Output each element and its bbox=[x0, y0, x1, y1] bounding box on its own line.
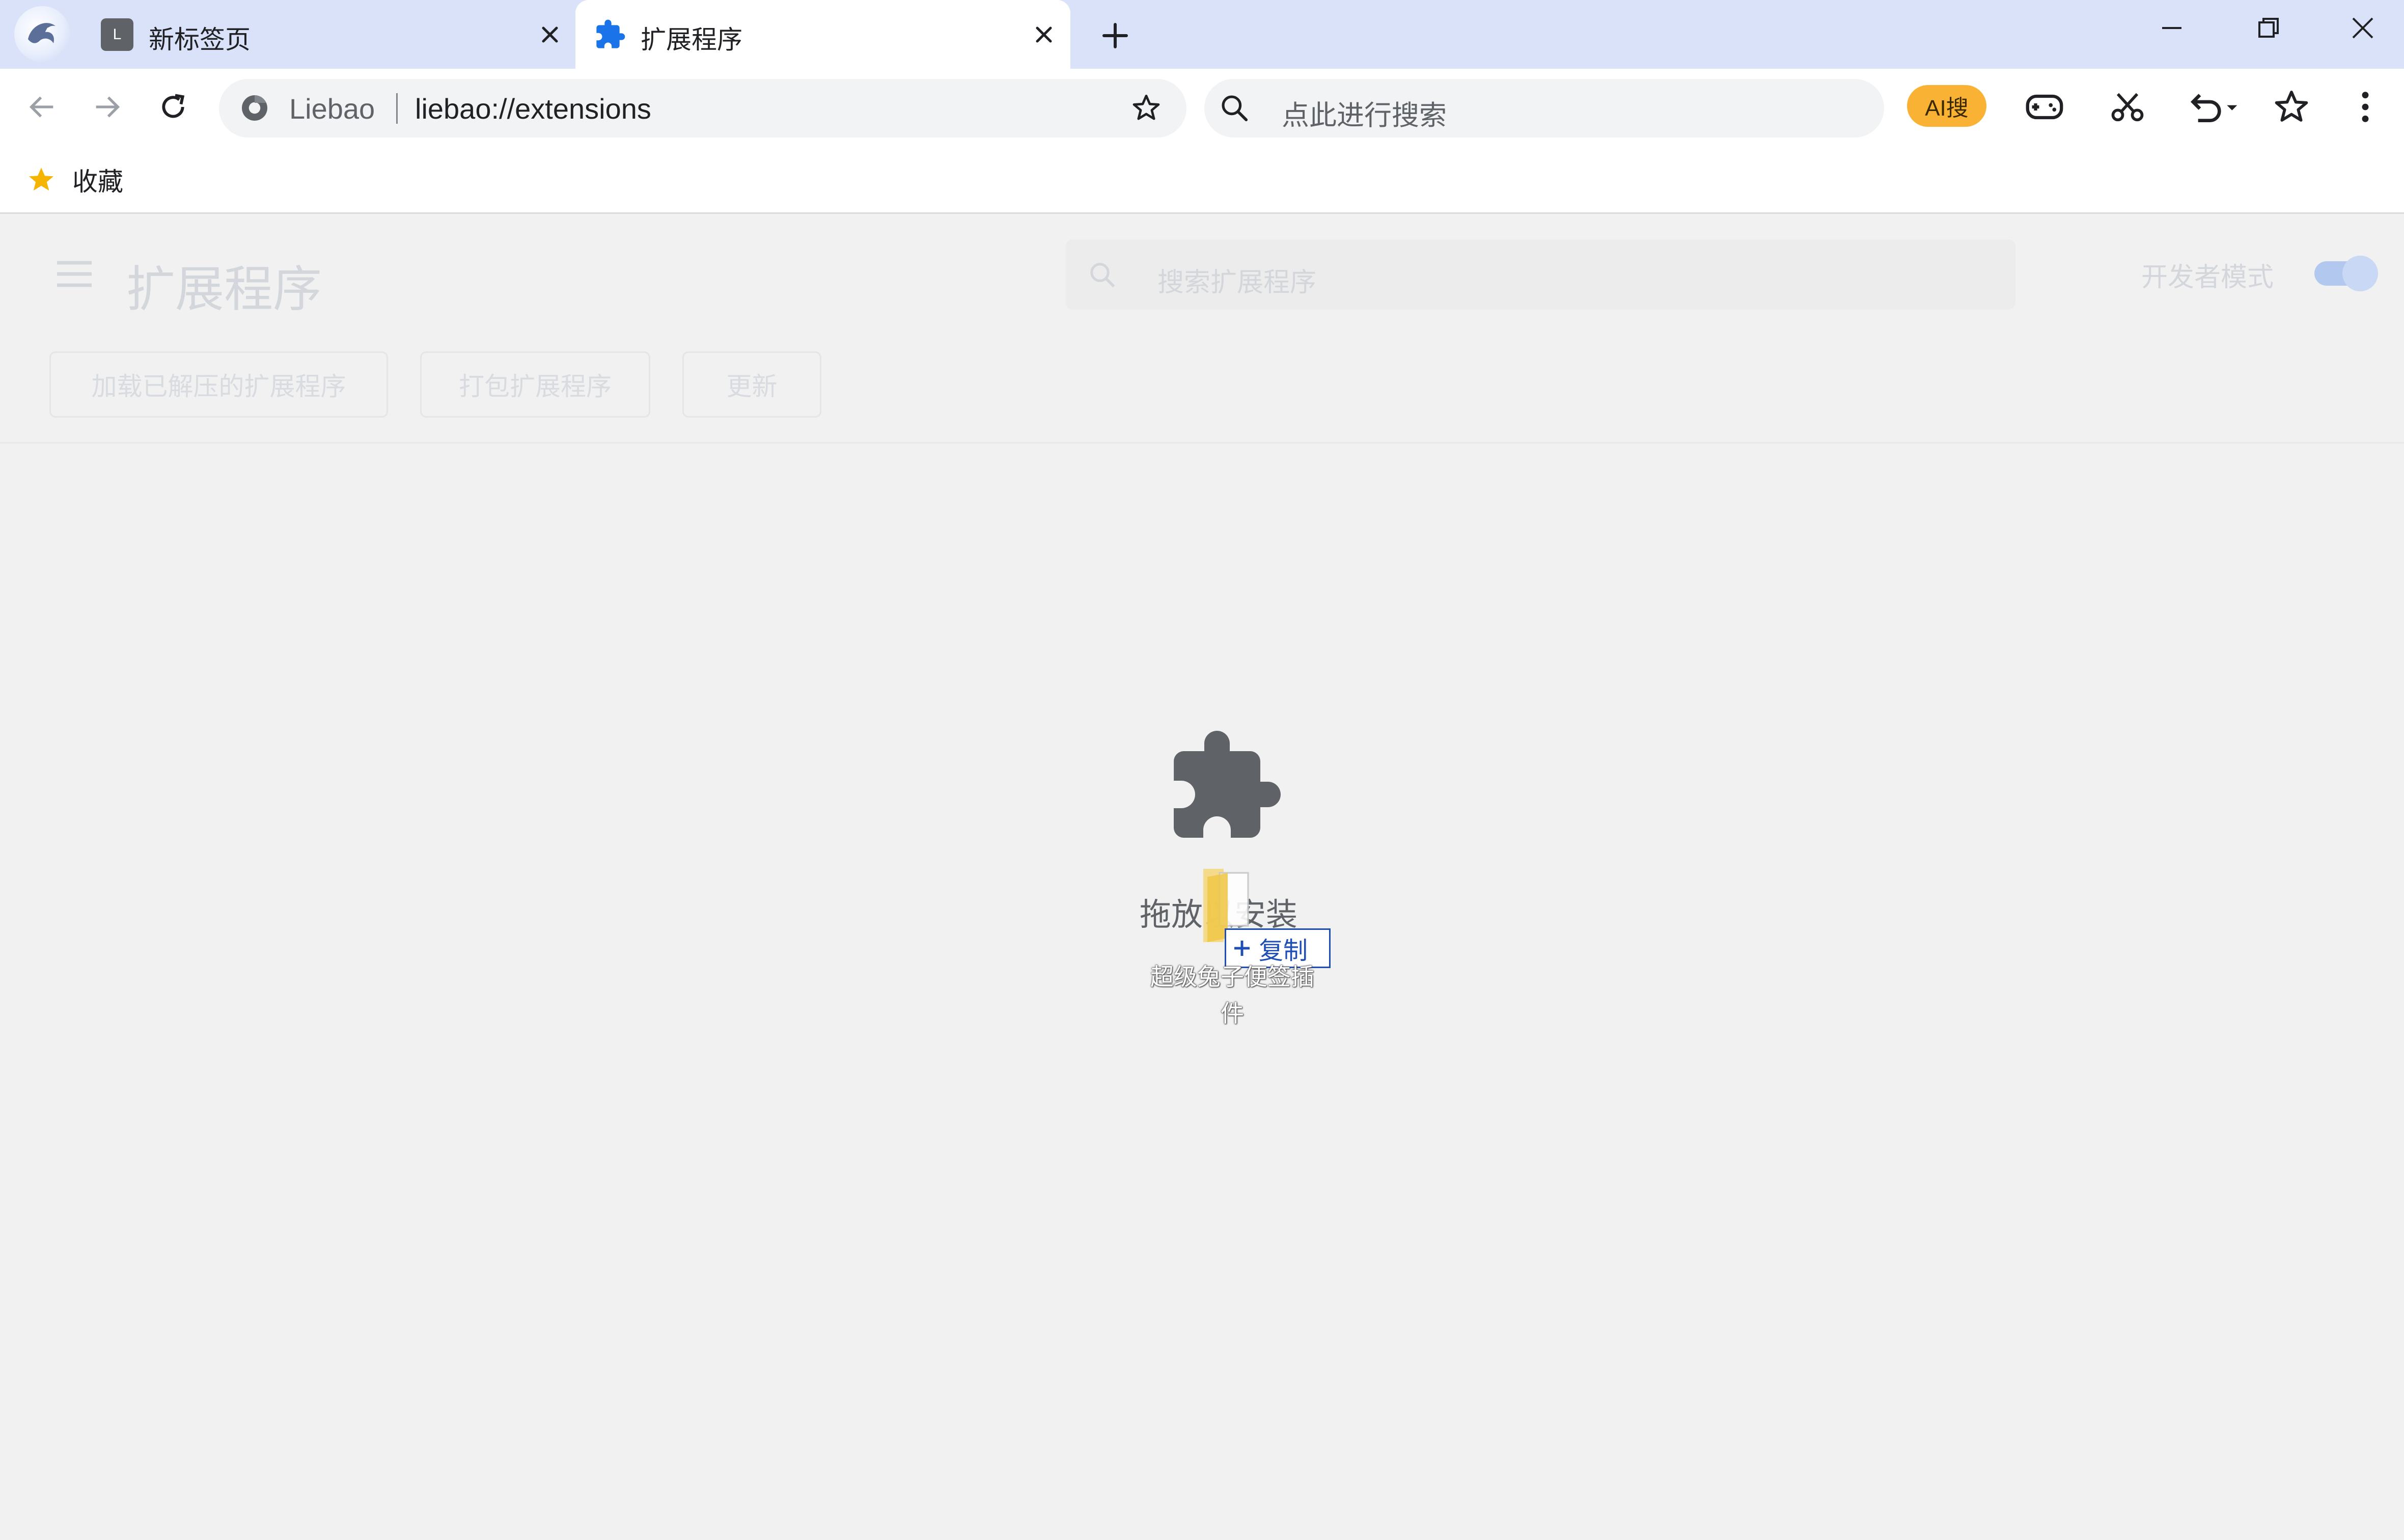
tab-extensions[interactable]: 扩展程序 bbox=[575, 0, 1070, 69]
extension-puzzle-icon bbox=[594, 18, 626, 51]
tab-title: 扩展程序 bbox=[641, 25, 742, 54]
close-icon[interactable] bbox=[535, 19, 565, 50]
minimize-button[interactable] bbox=[2129, 0, 2215, 56]
load-unpacked-button[interactable]: 加载已解压的扩展程序 bbox=[49, 351, 388, 418]
scissors-icon[interactable] bbox=[2105, 84, 2150, 130]
new-tab-button[interactable] bbox=[1095, 19, 1136, 52]
search-icon bbox=[1219, 92, 1250, 124]
developer-mode-label: 开发者模式 bbox=[2141, 263, 2274, 292]
developer-mode-toggle-knob bbox=[2342, 256, 2378, 291]
plus-icon bbox=[1232, 939, 1252, 958]
address-bar[interactable]: Liebao liebao://extensions bbox=[219, 79, 1186, 138]
address-divider bbox=[396, 93, 398, 124]
new-tab-favicon: L bbox=[101, 18, 133, 51]
menu-dots-icon[interactable] bbox=[2342, 84, 2388, 130]
extension-search-placeholder: 搜索扩展程序 bbox=[1157, 268, 1317, 297]
plus-icon bbox=[1102, 22, 1128, 49]
tab-new-tab[interactable]: L 新标签页 bbox=[81, 0, 575, 69]
extension-search-field[interactable]: 搜索扩展程序 bbox=[1066, 239, 2015, 310]
bookmark-label: 收藏 bbox=[72, 168, 123, 196]
extension-puzzle-icon bbox=[1164, 726, 1286, 848]
bookmarks-bar: 收藏 bbox=[0, 145, 2404, 214]
minimize-icon bbox=[2160, 16, 2184, 40]
update-button[interactable]: 更新 bbox=[682, 351, 821, 418]
browser-toolbar: Liebao liebao://extensions 点此进行搜索 AI搜 bbox=[0, 69, 2404, 145]
ai-search-button[interactable]: AI搜 bbox=[1907, 85, 1986, 127]
restore-icon bbox=[2257, 16, 2280, 40]
hamburger-menu-icon[interactable] bbox=[55, 259, 94, 289]
close-icon[interactable] bbox=[1029, 19, 1059, 50]
tab-strip: L 新标签页 扩展程序 bbox=[0, 0, 2404, 69]
undo-icon[interactable] bbox=[2182, 84, 2243, 130]
page-title: 扩展程序 bbox=[126, 262, 322, 317]
toolbar-divider bbox=[0, 442, 2404, 444]
star-icon[interactable] bbox=[1130, 92, 1162, 124]
tab-title: 新标签页 bbox=[149, 25, 251, 54]
back-icon[interactable] bbox=[19, 84, 65, 130]
reload-icon[interactable] bbox=[150, 84, 196, 130]
web-search-box[interactable]: 点此进行搜索 bbox=[1204, 79, 1884, 138]
extensions-page: 扩展程序 搜索扩展程序 开发者模式 加载已解压的扩展程序 打包扩展程序 更新 拖… bbox=[0, 214, 2404, 1540]
url-text: liebao://extensions bbox=[415, 93, 651, 125]
browser-logo-icon[interactable] bbox=[14, 6, 70, 62]
close-icon bbox=[2351, 16, 2374, 40]
forward-icon[interactable] bbox=[84, 84, 130, 130]
dragged-file-name: 超级兔子便签插件 bbox=[1150, 964, 1314, 1027]
star-icon bbox=[25, 164, 57, 196]
search-placeholder: 点此进行搜索 bbox=[1282, 100, 1447, 131]
pack-extension-button[interactable]: 打包扩展程序 bbox=[420, 351, 650, 418]
site-info-icon[interactable] bbox=[239, 93, 270, 123]
star-icon[interactable] bbox=[2269, 84, 2314, 130]
gamepad-icon[interactable] bbox=[2022, 84, 2067, 130]
favicon-letter: L bbox=[113, 26, 122, 43]
search-icon bbox=[1087, 260, 1118, 290]
bookmark-item[interactable]: 收藏 bbox=[25, 159, 123, 200]
site-name: Liebao bbox=[289, 93, 375, 125]
restore-button[interactable] bbox=[2225, 0, 2312, 56]
window-close-button[interactable] bbox=[2319, 0, 2404, 56]
